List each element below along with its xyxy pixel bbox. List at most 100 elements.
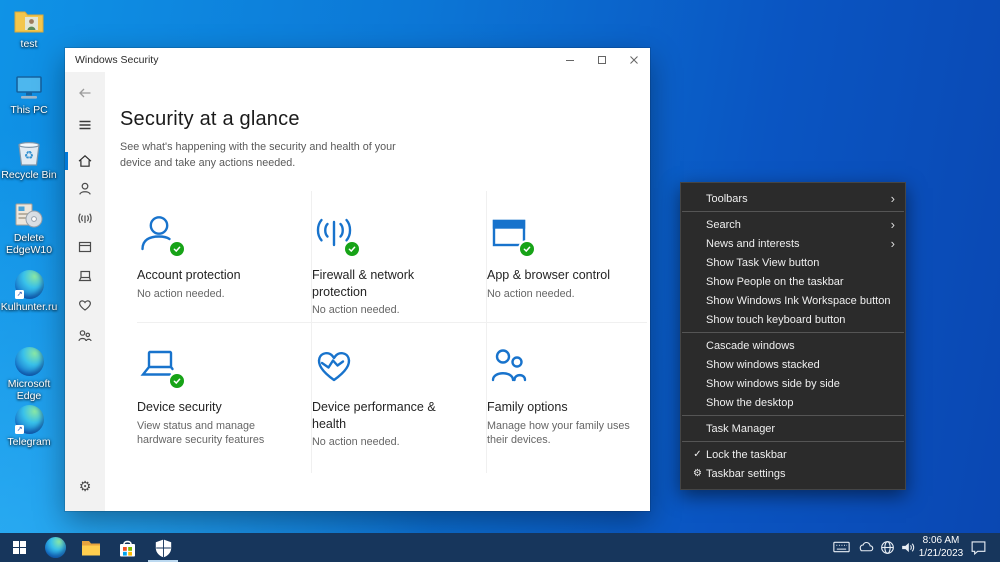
tile-title: Device security [137,400,222,415]
desktop-icon-label: This PC [10,104,48,116]
menu-item-show-windows-stacked[interactable]: Show windows stacked [681,355,905,374]
menu-item-taskbar-settings[interactable]: ⚙ Taskbar settings [681,464,905,483]
titlebar[interactable]: Windows Security [65,48,650,72]
tile-device-performance-health[interactable]: Device performance & health No action ne… [312,323,487,474]
menu-separator [682,211,904,212]
shortcut-arrow-icon: ↗ [15,425,24,434]
desktop-icon-microsoft-edge[interactable]: Microsoft Edge [0,346,58,402]
taskbar-edge-button[interactable] [38,533,72,562]
maximize-button[interactable] [586,48,618,72]
taskbar: 8:06 AM 1/21/2023 [0,533,1000,562]
taskbar-context-menu: Toolbars › Search › News and interests › Sh… [680,182,906,490]
submenu-arrow-icon: › [890,217,895,232]
touch-keyboard-icon[interactable] [833,540,850,559]
gear-icon: ⚙ [693,468,702,479]
taskbar-file-explorer-button[interactable] [74,533,108,562]
tile-title: Account protection [137,268,241,283]
desktop-icon-recycle-bin[interactable]: ♻ Recycle Bin [0,137,58,181]
onedrive-icon[interactable] [857,540,874,558]
window-sidebar: ⚙ [65,72,105,511]
sidebar-item-firewall-network[interactable] [65,205,105,231]
edge-icon [14,346,44,376]
tile-app-browser-control[interactable]: App & browser control No action needed. [487,191,647,324]
tile-firewall-network-protection[interactable]: Firewall & network protection No action … [312,191,487,324]
menu-item-search[interactable]: Search › [681,215,905,234]
svg-text:♻: ♻ [24,150,34,162]
tile-account-protection[interactable]: Account protection No action needed. [137,191,312,324]
desktop-icon-telegram[interactable]: ↗ Telegram [0,404,58,448]
tile-subtitle: Manage how your family uses their device… [487,419,630,447]
status-ok-icon [168,372,186,391]
menu-item-toolbars[interactable]: Toolbars › [681,189,905,208]
sidebar-item-family-options[interactable] [65,323,105,349]
back-button[interactable] [65,80,105,106]
clock-date: 1/21/2023 [918,547,964,559]
taskbar-store-button[interactable] [110,533,144,562]
security-at-a-glance-page: Security at a glance See what's happenin… [105,72,650,511]
tile-title: Family options [487,400,568,415]
taskbar-windows-security-button[interactable] [146,533,180,562]
desktop-icon-label: Delete EdgeW10 [5,232,53,257]
tile-subtitle: No action needed. [137,287,225,300]
tile-subtitle: No action needed. [487,287,575,300]
sidebar-item-device-security[interactable] [65,263,105,289]
desktop-icon-test[interactable]: test [0,6,58,50]
sidebar-item-device-performance[interactable] [65,292,105,318]
menu-item-lock-the-taskbar[interactable]: ✓ Lock the taskbar [681,445,905,464]
desktop-icon-delete-edgew10[interactable]: Delete EdgeW10 [0,200,58,256]
start-button[interactable] [2,533,36,562]
network-icon[interactable] [880,540,895,560]
tile-subtitle: View status and manage hardware security… [137,419,265,447]
desktop-icon-this-pc[interactable]: This PC [0,72,58,116]
check-icon: ✓ [693,449,702,460]
sidebar-item-app-browser-control[interactable] [65,234,105,260]
menu-item-show-people-on-taskbar[interactable]: Show People on the taskbar [681,272,905,291]
sidebar-item-account-protection[interactable] [65,176,105,202]
tile-subtitle: No action needed. [312,435,400,448]
windows-logo-icon [12,541,26,554]
status-ok-icon [343,240,361,259]
microsoft-store-icon [119,540,135,556]
page-subtitle: See what's happening with the security a… [120,141,396,169]
menu-item-show-touch-keyboard-button[interactable]: Show touch keyboard button [681,310,905,329]
menu-item-news-and-interests[interactable]: News and interests › [681,234,905,253]
family-options-icon [491,349,527,382]
menu-item-show-windows-side-by-side[interactable]: Show windows side by side [681,374,905,393]
submenu-arrow-icon: › [890,191,895,206]
security-tiles-grid: Account protection No action needed. Fir… [137,191,650,474]
window-title: Windows Security [75,54,159,66]
desktop-icon-label: Kulhunter.ru [0,301,58,313]
desktop-icon-label: Telegram [7,436,51,448]
installer-package-icon [13,200,45,230]
status-ok-icon [518,240,536,259]
edge-icon [44,537,66,558]
status-ok-icon [168,240,186,259]
tile-subtitle: No action needed. [312,303,400,316]
desktop-icon-label: test [20,38,38,50]
action-center-icon[interactable] [970,539,987,561]
menu-item-show-task-view-button[interactable]: Show Task View button [681,253,905,272]
menu-item-show-the-desktop[interactable]: Show the desktop [681,393,905,412]
volume-icon[interactable] [900,540,916,560]
submenu-arrow-icon: › [890,236,895,251]
desktop: test This PC ♻ Recycle Bin Delete EdgeW1… [0,0,1000,562]
windows-security-window: Windows Security ⚙ Security at a glance … [65,48,650,511]
page-title: Security at a glance [120,108,300,130]
menu-item-task-manager[interactable]: Task Manager [681,419,905,438]
desktop-icon-kulhunter[interactable]: ↗ Kulhunter.ru [0,269,58,313]
sidebar-item-home[interactable] [65,148,105,174]
settings-button[interactable]: ⚙ [65,473,105,499]
desktop-icon-label: Microsoft Edge [7,378,51,403]
menu-item-show-windows-ink-workspace-button[interactable]: Show Windows Ink Workspace button [681,291,905,310]
taskbar-clock[interactable]: 8:06 AM 1/21/2023 [915,535,967,560]
menu-button[interactable] [65,112,105,138]
computer-icon [13,72,45,102]
shortcut-arrow-icon: ↗ [15,290,24,299]
close-button[interactable] [618,48,650,72]
tile-family-options[interactable]: Family options Manage how your family us… [487,323,647,473]
device-performance-icon [317,352,351,382]
tile-device-security[interactable]: Device security View status and manage h… [137,323,312,474]
minimize-button[interactable] [554,48,586,72]
tile-title: Device performance & health [312,400,436,431]
menu-item-cascade-windows[interactable]: Cascade windows [681,336,905,355]
